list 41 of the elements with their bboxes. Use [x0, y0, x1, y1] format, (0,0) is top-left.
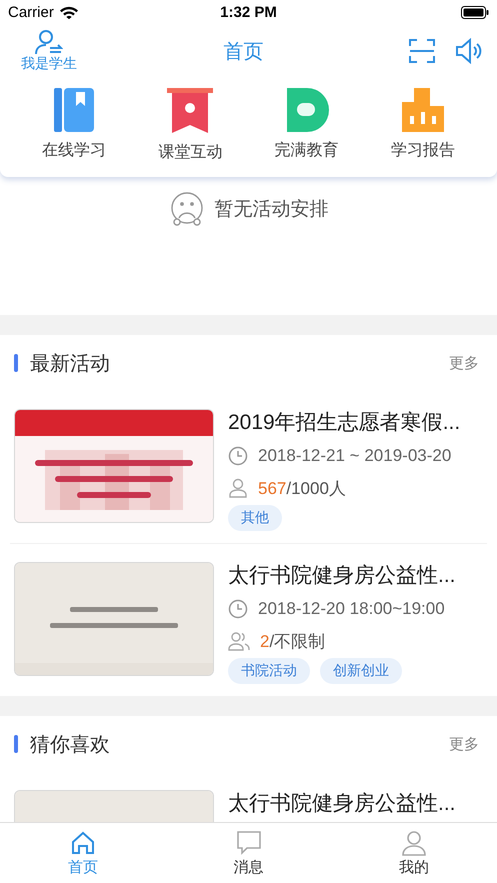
activity-time: 2018-12-21 ~ 2019-03-20 — [258, 446, 452, 466]
category-tag[interactable]: 其他 — [228, 505, 282, 531]
tab-bar-item[interactable]: 我的 — [331, 823, 497, 883]
activity-title[interactable]: 太行书院健身房公益性... — [228, 562, 456, 590]
activity-title[interactable]: 2019年招生志愿者寒假... — [228, 409, 460, 437]
empty-state-text: 暂无活动安排 — [214, 198, 328, 222]
page-title: 首页 — [224, 40, 264, 62]
letter-d-icon — [284, 88, 329, 132]
switch-user-icon[interactable] — [35, 29, 63, 55]
quick-action-label[interactable]: 课堂互动 — [158, 142, 222, 163]
category-tag[interactable]: 书院活动 — [228, 658, 310, 684]
quick-action-label[interactable]: 在线学习 — [42, 140, 106, 161]
section-title: 猜你喜欢 — [30, 732, 111, 758]
bookmark-book-icon — [54, 88, 94, 132]
people-icon — [228, 631, 250, 651]
person-icon — [228, 478, 248, 498]
sad-face-icon — [168, 191, 204, 227]
status-time: 1:32 PM — [220, 4, 277, 20]
carrier-label: Carrier — [8, 4, 54, 20]
more-link[interactable]: 更多 — [449, 354, 479, 372]
wifi-icon — [60, 6, 78, 18]
banner-icon — [167, 88, 214, 134]
home-icon — [70, 830, 96, 856]
quick-action-label[interactable]: 学习报告 — [390, 140, 455, 161]
activity-title[interactable]: 太行书院健身房公益性... — [228, 790, 456, 818]
tab-bar-item[interactable]: 消息 — [166, 823, 332, 883]
speaker-icon[interactable] — [455, 38, 483, 64]
section-title: 最新活动 — [30, 352, 111, 376]
scan-icon[interactable] — [409, 39, 435, 63]
participant-count: 2/不限制 — [260, 630, 326, 652]
category-tag[interactable]: 创新创业 — [320, 658, 402, 684]
battery-icon — [461, 6, 489, 18]
participant-count: 567/1000人 — [258, 478, 346, 500]
activity-time: 2018-12-20 18:00~19:00 — [258, 599, 445, 619]
chat-bubble-icon — [236, 830, 262, 856]
more-link[interactable]: 更多 — [449, 734, 479, 754]
clock-icon — [228, 446, 248, 466]
quick-action-label[interactable]: 完满教育 — [274, 140, 339, 161]
bar-chart-icon — [402, 88, 444, 132]
clock-icon — [228, 599, 248, 619]
person-icon — [401, 830, 428, 856]
